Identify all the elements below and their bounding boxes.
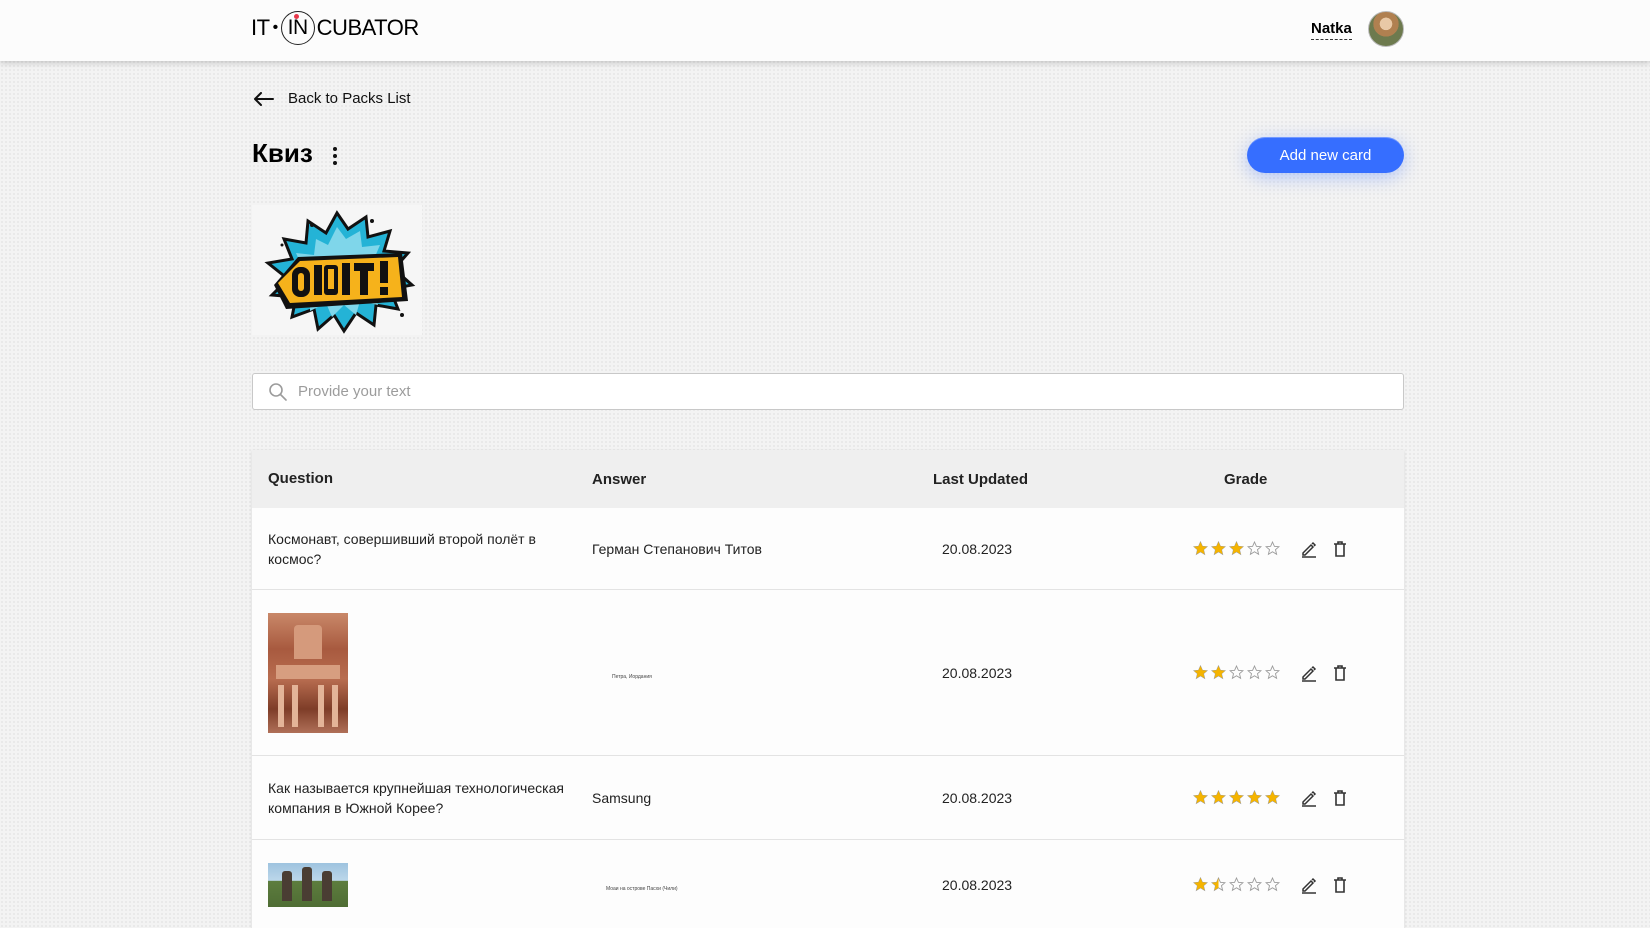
star-icon[interactable]: [1211, 541, 1226, 556]
it-incubator-logo[interactable]: IT • IN CUBATOR: [251, 9, 419, 47]
star-icon[interactable]: [1229, 790, 1244, 805]
column-header-question[interactable]: Question: [252, 469, 592, 489]
pack-title: Квиз: [252, 138, 313, 168]
question-cell: [252, 612, 592, 733]
grade-stars: [1193, 665, 1280, 680]
search-input[interactable]: [298, 383, 1348, 400]
grade-cell: [1193, 876, 1404, 894]
star-icon[interactable]: [1211, 790, 1226, 805]
logo-red-dot: [293, 14, 299, 19]
row-actions: [1300, 540, 1349, 558]
quiz-cover-illustration: [264, 210, 416, 334]
cards-table: Question Answer Last Updated Grade Космо…: [252, 450, 1404, 928]
pencil-icon[interactable]: [1300, 876, 1318, 894]
updated-cell: 20.08.2023: [942, 664, 1013, 681]
petra-tholos: [294, 624, 322, 659]
table-row: Как называется крупнейшая технологическа…: [252, 756, 1404, 840]
table-header: Question Answer Last Updated Grade: [252, 450, 1404, 508]
logo-text-it: IT: [251, 15, 270, 40]
petra-column: [318, 684, 324, 727]
petra-pediment: [276, 664, 340, 679]
app-header: IT • IN CUBATOR Natka: [0, 0, 1650, 61]
star-icon[interactable]: [1211, 665, 1226, 680]
search-field[interactable]: [252, 373, 1404, 410]
star-icon[interactable]: [1265, 665, 1280, 680]
star-icon[interactable]: [1229, 665, 1244, 680]
updated-cell: 20.08.2023: [942, 876, 1013, 893]
star-icon[interactable]: [1247, 665, 1262, 680]
moai-statue: [282, 870, 292, 901]
grade-stars: [1193, 790, 1280, 805]
grade-cell: [1193, 664, 1404, 682]
answer-image-text: Петра, Иордания: [612, 673, 652, 680]
logo-text-cubator: CUBATOR: [316, 15, 420, 40]
petra-column: [292, 684, 298, 727]
pencil-icon[interactable]: [1300, 664, 1318, 682]
updated-cell: 20.08.2023: [942, 789, 1013, 806]
trash-icon[interactable]: [1331, 876, 1349, 894]
row-actions: [1300, 789, 1349, 807]
updated-cell: 20.08.2023: [942, 540, 1013, 557]
answer-cell: Samsung: [592, 789, 652, 806]
petra-column: [278, 684, 284, 727]
logo-separator: •: [272, 19, 279, 36]
star-icon[interactable]: [1193, 877, 1208, 892]
search-icon: [269, 382, 287, 401]
column-header-answer[interactable]: Answer: [592, 471, 933, 488]
user-name[interactable]: Natka: [1311, 20, 1352, 40]
answer-cell: Герман Степанович Титов: [592, 540, 762, 557]
row-actions: [1300, 664, 1349, 682]
avatar[interactable]: [1368, 11, 1404, 47]
star-icon[interactable]: [1265, 790, 1280, 805]
trash-icon[interactable]: [1331, 664, 1349, 682]
pencil-icon[interactable]: [1300, 789, 1318, 807]
answer-cell: Петра, Иордания: [592, 665, 933, 681]
star-icon[interactable]: [1247, 790, 1262, 805]
logo-text-in: IN: [287, 16, 309, 39]
question-cell: Как называется крупнейшая технологическа…: [268, 779, 564, 816]
petra-column: [332, 684, 338, 727]
pack-cover-image: [252, 205, 422, 335]
trash-icon[interactable]: [1331, 789, 1349, 807]
back-link-label: Back to Packs List: [288, 90, 411, 107]
kebab-icon[interactable]: [330, 145, 340, 167]
column-header-grade[interactable]: Grade: [1204, 471, 1404, 488]
star-icon[interactable]: [1265, 877, 1280, 892]
star-icon[interactable]: [1193, 790, 1208, 805]
answer-image-text: Моаи на острове Пасхи (Чили): [606, 885, 678, 892]
star-icon[interactable]: [1193, 665, 1208, 680]
star-icon[interactable]: [1265, 541, 1280, 556]
trash-icon[interactable]: [1331, 540, 1349, 558]
arrow-left-icon: [254, 91, 274, 106]
table-row: Петра, Иордания 20.08.2023: [252, 590, 1404, 756]
star-icon[interactable]: [1211, 877, 1226, 892]
star-icon[interactable]: [1247, 541, 1262, 556]
grade-stars: [1193, 877, 1280, 892]
star-icon[interactable]: [1247, 877, 1262, 892]
table-row: Моаи на острове Пасхи (Чили) 20.08.2023: [252, 840, 1404, 928]
row-actions: [1300, 876, 1349, 894]
question-cell: [252, 862, 592, 907]
grade-cell: [1193, 789, 1404, 807]
question-image-petra: [268, 612, 348, 733]
star-icon[interactable]: [1229, 541, 1244, 556]
column-header-last-updated[interactable]: Last Updated: [933, 471, 1204, 488]
pencil-icon[interactable]: [1300, 540, 1318, 558]
add-new-card-button[interactable]: Add new card: [1247, 137, 1404, 173]
back-to-packs-link[interactable]: Back to Packs List: [254, 90, 411, 107]
star-icon[interactable]: [1229, 877, 1244, 892]
table-row: Космонавт, совершивший второй полёт в ко…: [252, 508, 1404, 590]
grade-cell: [1193, 540, 1404, 558]
star-icon[interactable]: [1193, 541, 1208, 556]
question-image-moai: [268, 862, 348, 907]
question-cell: Космонавт, совершивший второй полёт в ко…: [268, 530, 536, 567]
moai-statue: [322, 870, 332, 901]
grade-stars: [1193, 541, 1280, 556]
answer-cell: Моаи на острове Пасхи (Чили): [592, 877, 933, 893]
logo-in-circle: IN: [280, 11, 315, 45]
moai-statue: [302, 866, 312, 901]
